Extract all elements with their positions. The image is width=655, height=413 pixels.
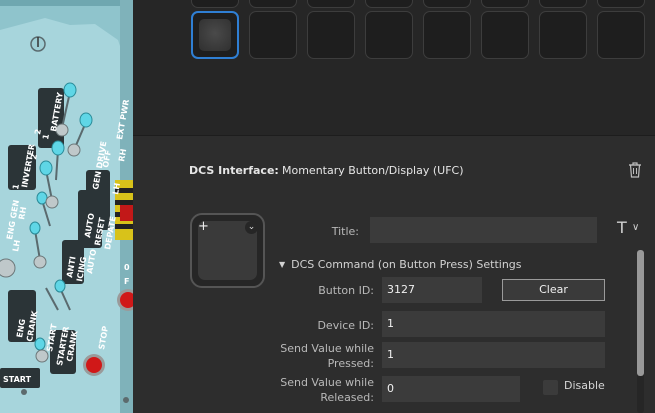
- key-slot[interactable]: [539, 0, 587, 8]
- trash-icon[interactable]: [627, 161, 643, 179]
- key-slot-selected[interactable]: [191, 11, 239, 59]
- key-slot[interactable]: [365, 0, 413, 8]
- key-slot[interactable]: [423, 0, 471, 8]
- scrollbar[interactable]: [637, 250, 644, 413]
- key-slot[interactable]: [481, 0, 529, 8]
- key-slot[interactable]: [423, 11, 471, 59]
- key-preview: + ⌄: [190, 213, 265, 288]
- cockpit-label: START: [3, 375, 32, 384]
- pressed-value-label: Send Value while Pressed:: [263, 341, 374, 371]
- chevron-down-icon[interactable]: ⌄: [245, 221, 258, 234]
- pressed-value-label-line1: Send Value while: [280, 342, 374, 355]
- released-value-label-line2: Released:: [320, 391, 374, 404]
- pressed-value-input[interactable]: 1: [382, 342, 605, 368]
- key-slot[interactable]: [249, 0, 297, 8]
- released-value-label: Send Value while Released:: [263, 375, 374, 405]
- command-settings-header[interactable]: ▼ DCS Command (on Button Press) Settings: [279, 258, 522, 271]
- device-id-input[interactable]: 1: [382, 311, 605, 337]
- device-id-label: Device ID:: [317, 319, 374, 332]
- key-slot[interactable]: [597, 0, 645, 8]
- cockpit-label: 0: [124, 263, 130, 272]
- button-id-label: Button ID:: [318, 284, 374, 297]
- app-window: DCS Interface: Momentary Button/Display …: [133, 0, 655, 413]
- key-slot[interactable]: [597, 11, 645, 59]
- text-format-icon[interactable]: T: [617, 219, 627, 237]
- key-slot[interactable]: [307, 11, 355, 59]
- released-value-input[interactable]: 0: [382, 376, 520, 402]
- cockpit-label: F: [124, 277, 129, 286]
- disable-label: Disable: [564, 379, 605, 392]
- collapse-triangle-icon: ▼: [279, 260, 286, 269]
- key-slot[interactable]: [307, 0, 355, 8]
- interface-label: DCS Interface:: [189, 164, 279, 177]
- disable-checkbox[interactable]: [543, 380, 558, 395]
- key-slot[interactable]: [365, 11, 413, 59]
- interface-value: Momentary Button/Display (UFC): [282, 164, 464, 177]
- key-slot[interactable]: [539, 11, 587, 59]
- clear-button[interactable]: Clear: [502, 279, 605, 301]
- pressed-value-label-line2: Pressed:: [327, 357, 374, 370]
- button-id-input[interactable]: 3127: [382, 277, 482, 303]
- title-input[interactable]: [370, 217, 597, 243]
- cockpit-panel-image: BATTERY 1 2 INVERTER 1 2 EXT PWR GEN DRI…: [0, 0, 133, 413]
- title-label: Title:: [331, 225, 359, 238]
- chevron-down-icon[interactable]: ∨: [632, 222, 639, 233]
- add-state-icon[interactable]: +: [198, 220, 209, 233]
- key-grid: [133, 0, 655, 136]
- command-settings-title: DCS Command (on Button Press) Settings: [291, 258, 522, 271]
- released-value-label-line1: Send Value while: [280, 376, 374, 389]
- key-slot[interactable]: [481, 11, 529, 59]
- scrollbar-thumb[interactable]: [637, 250, 644, 376]
- property-inspector: DCS Interface: Momentary Button/Display …: [133, 136, 655, 413]
- key-slot[interactable]: [191, 0, 239, 8]
- key-icon-preview: [199, 19, 231, 51]
- key-slot[interactable]: [249, 11, 297, 59]
